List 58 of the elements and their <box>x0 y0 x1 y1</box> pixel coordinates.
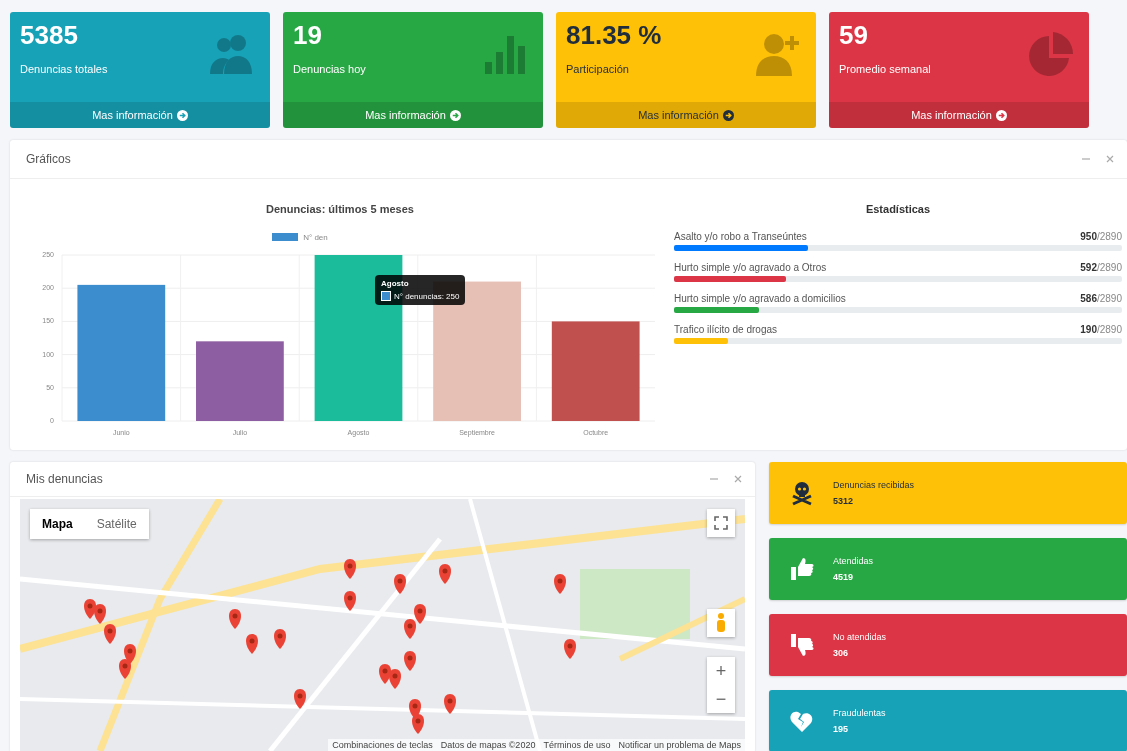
tooltip-title: Agosto <box>381 279 410 288</box>
tooltip-text: N° denuncias: 250 <box>394 291 460 301</box>
panel-title: Mis denuncias <box>26 472 103 486</box>
card-value: 19 <box>293 20 323 51</box>
pie-chart-icon <box>1027 30 1075 78</box>
card-value: 81.35 % <box>566 20 663 51</box>
panel-title: Gráficos <box>26 152 71 166</box>
info-value: 195 <box>833 724 850 734</box>
thumbs-up-icon <box>789 556 815 582</box>
arrow-circle-icon <box>176 109 188 121</box>
map-attribution-link[interactable]: Notificar un problema de Maps <box>618 740 741 750</box>
legend-label: N° den <box>303 232 328 242</box>
map-attribution-link[interactable]: Combinaciones de teclas <box>332 740 433 750</box>
card-label: Participación <box>566 63 630 75</box>
stat-count: 592/2890 <box>1080 262 1122 273</box>
card-label: Denuncias totales <box>20 63 109 75</box>
person-icon <box>716 612 726 634</box>
stat-count: 950/2890 <box>1080 231 1122 242</box>
stat-label: Hurto simple y/o agravado a domicilios <box>674 293 846 304</box>
close-icon[interactable] <box>1105 154 1115 164</box>
info-value: 4519 <box>833 572 855 582</box>
zoom-in-button[interactable]: + <box>707 657 735 685</box>
arrow-circle-icon <box>722 109 734 121</box>
arrow-circle-icon <box>449 109 461 121</box>
info-label: Denuncias recibidas <box>833 480 915 490</box>
info-value: 306 <box>833 648 850 658</box>
stat-count: 190/2890 <box>1080 324 1122 335</box>
map-attribution-link[interactable]: Datos de mapas ©2020 <box>440 740 536 750</box>
thumbs-down-icon <box>789 632 815 658</box>
street-view-control[interactable] <box>707 609 735 637</box>
more-info-link[interactable]: Mas información <box>829 102 1089 128</box>
fullscreen-icon <box>714 516 728 530</box>
fullscreen-button[interactable] <box>707 509 735 537</box>
map-attribution-link[interactable]: Términos de uso <box>543 740 611 750</box>
legend-swatch <box>272 233 299 241</box>
close-icon[interactable] <box>733 474 743 484</box>
stats-title: Estadísticas <box>864 203 932 215</box>
card-label: Promedio semanal <box>839 63 932 75</box>
card-value: 59 <box>839 20 869 51</box>
stat-label: Asalto y/o robo a Transeúntes <box>674 231 807 242</box>
arrow-circle-icon <box>995 109 1007 121</box>
info-value: 5312 <box>833 496 855 506</box>
more-info-link[interactable]: Mas información <box>556 102 816 128</box>
info-label: No atendidas <box>833 632 887 642</box>
chart-title: Denuncias: últimos 5 meses <box>266 203 414 215</box>
more-info-link[interactable]: Mas información <box>10 102 270 128</box>
info-label: Fraudulentas <box>833 708 886 718</box>
info-label: Atendidas <box>833 556 874 566</box>
stat-label: Trafico ilícito de drogas <box>674 324 777 335</box>
tooltip-swatch <box>381 291 391 301</box>
stat-label: Hurto simple y/o agravado a Otros <box>674 262 827 273</box>
zoom-out-button[interactable]: − <box>707 685 735 713</box>
card-value: 5385 <box>20 20 79 51</box>
map-type-tab[interactable]: Satélite <box>84 509 149 539</box>
stat-count: 586/2890 <box>1080 293 1122 304</box>
map-type-tab[interactable]: Mapa <box>30 509 85 539</box>
more-info-link[interactable]: Mas información <box>283 102 543 128</box>
card-label: Denuncias hoy <box>293 63 367 75</box>
